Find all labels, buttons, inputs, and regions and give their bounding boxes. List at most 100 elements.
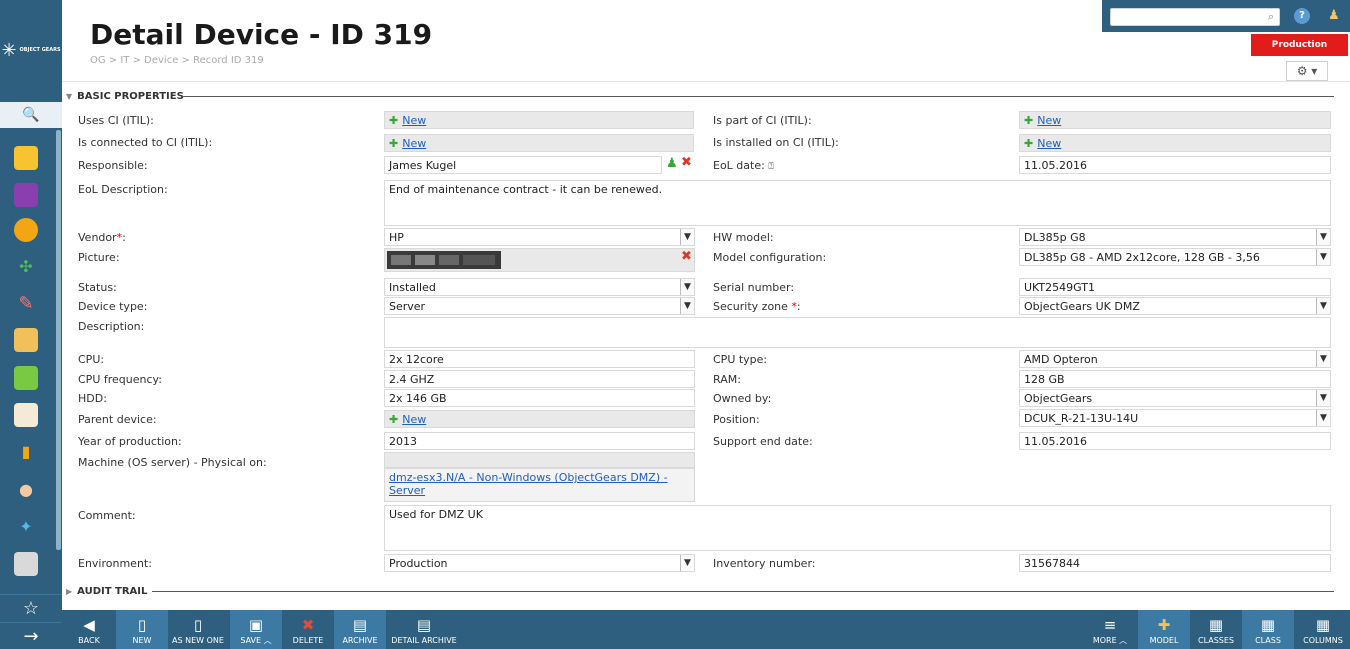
vendor-select[interactable]: HP ▼ — [384, 228, 695, 246]
sidebar-blocks-icon[interactable] — [14, 328, 38, 352]
status-select[interactable]: Installed ▼ — [384, 278, 695, 296]
ram-field[interactable]: 128 GB — [1019, 370, 1331, 388]
hdd-field[interactable]: 2x 146 GB — [384, 389, 695, 407]
section-basic-properties[interactable]: ▼ BASIC PROPERTIES — [66, 91, 184, 102]
collapse-triangle-icon[interactable]: ▼ — [66, 92, 72, 101]
uses-ci-field[interactable]: ✚ New — [384, 111, 694, 129]
sidebar-cube-icon[interactable] — [14, 366, 38, 390]
dropdown-arrow-icon[interactable]: ▼ — [680, 229, 694, 245]
sidebar-traffic-light-icon[interactable]: ▮ — [14, 440, 38, 464]
owned-by-select[interactable]: ObjectGears ▼ — [1019, 389, 1331, 407]
comment-field[interactable]: Used for DMZ UK — [384, 505, 1331, 551]
position-select[interactable]: DCUK_R-21-13U-14U ▼ — [1019, 409, 1331, 427]
parent-device-new-link[interactable]: New — [402, 413, 426, 426]
cpu-frequency-field[interactable]: 2.4 GHZ — [384, 370, 695, 388]
server-picture[interactable] — [387, 251, 501, 269]
select-user-icon[interactable]: ♟ — [666, 156, 678, 171]
expand-arrow-icon[interactable]: → — [0, 622, 62, 649]
save-button[interactable]: ▣ SAVE ︿ — [230, 610, 282, 649]
search-icon[interactable]: ⌕ — [1268, 10, 1274, 24]
help-icon[interactable]: ⍰ — [768, 162, 773, 172]
server-bay — [463, 255, 495, 265]
is-connected-field[interactable]: ✚ New — [384, 134, 694, 152]
add-icon: ✚ — [1024, 114, 1034, 127]
settings-gear-button[interactable]: ⚙ ▾ — [1286, 61, 1328, 81]
cpu-type-label: CPU type: — [713, 353, 768, 366]
dropdown-arrow-icon[interactable]: ▼ — [1316, 249, 1330, 265]
eol-date-field[interactable]: 11.05.2016 — [1019, 156, 1331, 174]
sidebar-notes-icon[interactable] — [14, 146, 38, 170]
device-type-label: Device type: — [78, 300, 148, 313]
machine-physical-on-label: Machine (OS server) - Physical on: — [78, 456, 267, 469]
inventory-number-field[interactable]: 31567844 — [1019, 554, 1331, 572]
responsible-field[interactable]: James Kugel — [384, 156, 662, 174]
environment-select[interactable]: Production ▼ — [384, 554, 695, 572]
is-part-of-ci-field[interactable]: ✚ New — [1019, 111, 1331, 129]
section-basic-label: BASIC PROPERTIES — [77, 91, 184, 102]
dropdown-arrow-icon[interactable]: ▼ — [1316, 390, 1330, 406]
dropdown-arrow-icon[interactable]: ▼ — [680, 298, 694, 314]
dropdown-arrow-icon[interactable]: ▼ — [1316, 229, 1330, 245]
clear-picture-icon[interactable]: ✖ — [681, 249, 692, 264]
new-button[interactable]: ▯ NEW — [116, 610, 168, 649]
is-installed-field[interactable]: ✚ New — [1019, 134, 1331, 152]
archive-button[interactable]: ▤ ARCHIVE — [334, 610, 386, 649]
sidebar-network-icon[interactable]: ✣ — [14, 255, 38, 279]
sidebar-badge-icon[interactable] — [14, 218, 38, 242]
security-zone-select[interactable]: ObjectGears UK DMZ ▼ — [1019, 297, 1331, 315]
machine-link[interactable]: dmz-esx3.N/A - Non-Windows (ObjectGears … — [389, 471, 668, 497]
sidebar-pin-icon[interactable]: ✦ — [14, 515, 38, 539]
as-new-one-button[interactable]: ▯ AS NEW ONE — [168, 610, 228, 649]
is-installed-new-link[interactable]: New — [1037, 137, 1061, 150]
picture-field[interactable] — [384, 248, 695, 272]
detail-archive-button[interactable]: ▤ DETAIL ARCHIVE — [388, 610, 460, 649]
delete-button[interactable]: ✖ DELETE — [282, 610, 334, 649]
sidebar-search-icon[interactable]: 🔍 — [0, 102, 62, 128]
logo-text: OBJECT GEARS — [19, 47, 61, 53]
inventory-number-label: Inventory number: — [713, 557, 816, 570]
sidebar-tag-icon[interactable]: ✎ — [14, 292, 38, 316]
support-end-date-field[interactable]: 11.05.2016 — [1019, 432, 1331, 450]
is-part-of-ci-new-link[interactable]: New — [1037, 114, 1061, 127]
sidebar-scrollbar[interactable] — [56, 130, 61, 550]
device-type-select[interactable]: Server ▼ — [384, 297, 695, 315]
eol-description-field[interactable]: End of maintenance contract - it can be … — [384, 180, 1331, 226]
cpu-field[interactable]: 2x 12core — [384, 350, 695, 368]
clear-responsible-icon[interactable]: ✖ — [681, 155, 692, 170]
vendor-label: Vendor*: — [78, 231, 126, 244]
help-icon[interactable]: ? — [1294, 8, 1310, 24]
parent-device-field[interactable]: ✚ New — [384, 410, 695, 428]
dropdown-arrow-icon[interactable]: ▼ — [1316, 298, 1330, 314]
is-connected-new-link[interactable]: New — [402, 137, 426, 150]
user-icon[interactable]: ♟ — [1328, 8, 1340, 23]
logo[interactable]: ✳ OBJECT GEARS — [0, 0, 62, 100]
breadcrumb[interactable]: OG > IT > Device > Record ID 319 — [90, 55, 264, 66]
global-search-input[interactable]: ⌕ — [1110, 8, 1280, 26]
uses-ci-new-link[interactable]: New — [402, 114, 426, 127]
classes-button[interactable]: ▦ CLASSES — [1190, 610, 1242, 649]
section-audit-trail[interactable]: ▶ AUDIT TRAIL — [66, 586, 147, 597]
class-button[interactable]: ▦ CLASS — [1242, 610, 1294, 649]
dropdown-arrow-icon[interactable]: ▼ — [680, 555, 694, 571]
columns-button[interactable]: ▦ COLUMNS — [1296, 610, 1350, 649]
sidebar-media-icon[interactable] — [14, 183, 38, 207]
model-button[interactable]: ✚ MODEL — [1138, 610, 1190, 649]
more-button[interactable]: ≡ MORE ︿ — [1084, 610, 1136, 649]
favorites-star-icon[interactable]: ☆ — [0, 594, 62, 622]
sidebar-tools-icon[interactable] — [14, 552, 38, 576]
dropdown-arrow-icon[interactable]: ▼ — [1316, 410, 1330, 426]
hw-model-select[interactable]: DL385p G8 ▼ — [1019, 228, 1331, 246]
machine-add-field[interactable] — [384, 452, 695, 468]
back-button[interactable]: ◀ BACK — [62, 610, 116, 649]
sidebar-user-icon[interactable]: ● — [14, 478, 38, 502]
section-divider — [182, 96, 1334, 97]
expand-triangle-icon[interactable]: ▶ — [66, 587, 72, 596]
sidebar-book-icon[interactable] — [14, 403, 38, 427]
cpu-type-select[interactable]: AMD Opteron ▼ — [1019, 350, 1331, 368]
description-field[interactable] — [384, 317, 1331, 348]
serial-number-field[interactable]: UKT2549GT1 — [1019, 278, 1331, 296]
dropdown-arrow-icon[interactable]: ▼ — [680, 279, 694, 295]
model-config-select[interactable]: DL385p G8 - AMD 2x12core, 128 GB - 3,56 ▼ — [1019, 248, 1331, 266]
dropdown-arrow-icon[interactable]: ▼ — [1316, 351, 1330, 367]
year-of-production-field[interactable]: 2013 — [384, 432, 695, 450]
